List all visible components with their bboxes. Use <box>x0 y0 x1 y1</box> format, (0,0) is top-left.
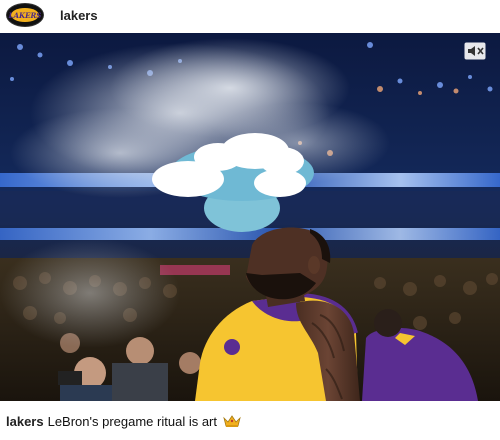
lakers-logo-icon: LAKERS <box>9 8 41 22</box>
post-caption: lakers LeBron's pregame ritual is art <box>0 402 500 440</box>
profile-avatar[interactable]: LAKERS <box>6 3 44 27</box>
crown-icon <box>223 414 241 428</box>
caption-username[interactable]: lakers <box>6 414 44 429</box>
post-photo[interactable] <box>0 33 500 401</box>
instagram-post: LAKERS lakers lakers LeBron's pregame ri… <box>0 0 500 440</box>
caption-text: LeBron's pregame ritual is art <box>47 413 217 429</box>
speaker-muted-icon <box>464 42 486 60</box>
photo-illustration <box>0 33 500 401</box>
post-header: LAKERS lakers <box>0 0 500 30</box>
username-link[interactable]: lakers <box>60 8 98 23</box>
mute-button[interactable] <box>462 41 488 61</box>
